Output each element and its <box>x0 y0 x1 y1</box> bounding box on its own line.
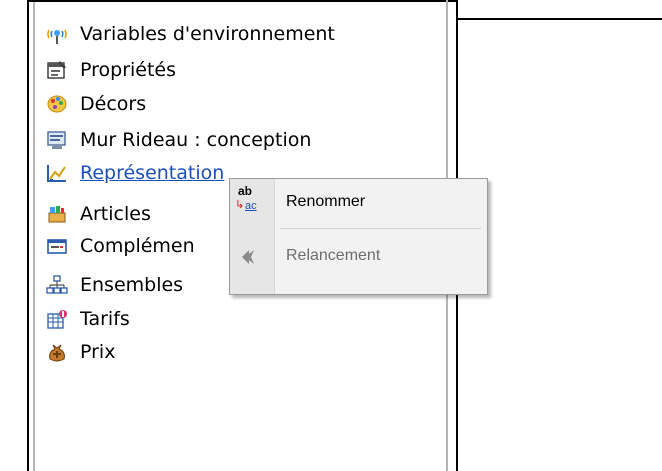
menu-item-renommer[interactable]: ab ↳ ac Renommer <box>230 179 487 224</box>
tree-item-label: Mur Rideau : conception <box>80 129 312 151</box>
hierarchy-icon <box>46 274 68 296</box>
tree-item-variables[interactable]: Variables d'environnement <box>46 20 335 48</box>
tree-item-label: Ensembles <box>80 274 184 296</box>
top-border <box>29 0 458 2</box>
tree-item-label[interactable]: Représentation <box>80 159 224 187</box>
palette-icon <box>46 93 68 115</box>
menu-item-label: Renommer <box>286 192 366 210</box>
tree-item-label: Articles <box>80 203 151 225</box>
tree-item-label: Complémen <box>80 235 195 257</box>
right-panel-top-border <box>456 18 662 20</box>
tariff-icon <box>46 308 68 330</box>
tree-item-label: Décors <box>80 93 147 115</box>
articles-icon <box>46 203 68 225</box>
complement-icon <box>46 235 68 257</box>
left-outer-border <box>27 0 29 471</box>
tree-item-label: Variables d'environnement <box>80 23 335 45</box>
tree-item-label: Propriétés <box>80 59 177 81</box>
tree-item-prix[interactable]: Prix <box>46 338 115 366</box>
tree-item-ensembles[interactable]: Ensembles <box>46 271 183 299</box>
tree-item-proprietes[interactable]: Propriétés <box>46 56 176 84</box>
tree-item-decors[interactable]: Décors <box>46 90 146 118</box>
context-menu: ab ↳ ac Renommer Relancement <box>229 178 488 295</box>
tree-item-mur-rideau[interactable]: Mur Rideau : conception <box>46 126 311 154</box>
menu-item-relancement[interactable]: Relancement <box>230 233 487 279</box>
rename-icon: ab ↳ ac <box>235 184 257 212</box>
tree-item-complements[interactable]: Complémen <box>46 232 195 260</box>
relaunch-icon <box>230 234 274 279</box>
money-bag-icon <box>46 341 68 363</box>
tree-item-representation[interactable]: Représentation <box>46 159 224 187</box>
antenna-icon <box>46 23 68 45</box>
tree-item-tarifs[interactable]: Tarifs <box>46 305 130 333</box>
tree-item-articles[interactable]: Articles <box>46 200 151 228</box>
menu-item-label: Relancement <box>286 247 381 264</box>
tree-item-label: Prix <box>80 341 116 363</box>
properties-icon <box>46 59 68 81</box>
tree-item-label: Tarifs <box>80 308 130 330</box>
menu-separator <box>280 228 481 229</box>
left-inner-border <box>33 0 35 471</box>
design-icon <box>46 129 68 151</box>
rename-arrow-icon: ↳ <box>235 198 245 211</box>
drawing-icon <box>46 162 68 184</box>
